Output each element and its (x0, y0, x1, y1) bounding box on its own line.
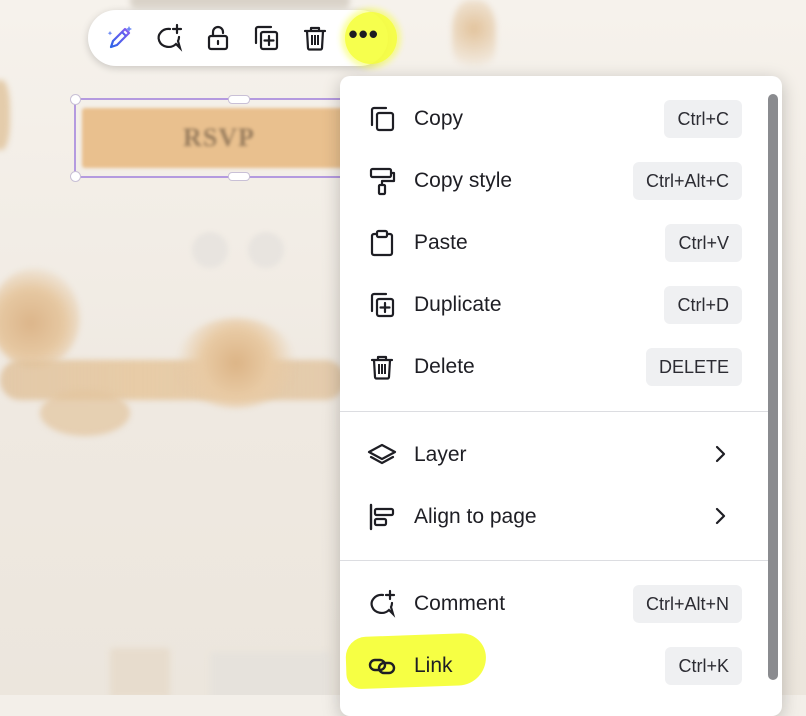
resize-handle-bl[interactable] (70, 171, 81, 182)
more-options-button[interactable]: ••• (339, 10, 398, 66)
layers-icon (366, 439, 398, 471)
menu-item-label: Comment (414, 592, 506, 615)
add-comment-button[interactable] (145, 10, 194, 66)
menu-item-delete[interactable]: Delete DELETE (340, 336, 768, 398)
shortcut-badge: Ctrl+C (664, 100, 742, 138)
element-toolbar: ••• (88, 10, 398, 66)
page-thumbnail[interactable] (110, 648, 170, 695)
lock-icon (207, 25, 228, 51)
magic-edit-button[interactable] (96, 10, 145, 66)
shortcut-badge: Ctrl+D (664, 286, 742, 324)
resize-handle-bottom[interactable] (228, 172, 250, 181)
trash-icon (366, 351, 398, 383)
rsvp-element-selected[interactable]: RSVP (70, 94, 364, 182)
menu-item-label: Duplicate (414, 293, 502, 316)
resize-handle-tl[interactable] (70, 94, 81, 105)
menu-item-align-to-page[interactable]: Align to page (340, 486, 768, 548)
lock-button[interactable] (193, 10, 242, 66)
menu-item-copy-style[interactable]: Copy style Ctrl+Alt+C (340, 150, 768, 212)
scrollbar-thumb[interactable] (768, 94, 778, 680)
menu-item-label: Copy (414, 107, 464, 130)
duplicate-button[interactable] (242, 10, 291, 66)
menu-item-copy[interactable]: Copy Ctrl+C (340, 88, 768, 150)
resize-handle-top[interactable] (228, 95, 250, 104)
menu-item-duplicate[interactable]: Duplicate Ctrl+D (340, 274, 768, 336)
move-handle[interactable] (248, 232, 284, 268)
delete-button[interactable] (291, 10, 340, 66)
align-left-icon (366, 501, 398, 533)
rotate-handle[interactable] (192, 232, 228, 268)
copy-icon (366, 103, 398, 135)
comment-plus-icon (157, 23, 183, 52)
shortcut-badge: Ctrl+Alt+C (632, 162, 742, 200)
shortcut-badge: Ctrl+V (665, 224, 742, 262)
comment-plus-icon (366, 588, 398, 620)
menu-item-label: Layer (414, 443, 467, 466)
menu-divider (340, 411, 768, 412)
duplicate-icon (366, 289, 398, 321)
floral-ornament-left (0, 268, 80, 368)
menu-item-layer[interactable]: Layer (340, 424, 768, 486)
menu-item-comment[interactable]: Comment Ctrl+Alt+N (340, 573, 768, 635)
ornament-left (0, 80, 10, 150)
menu-scrollbar[interactable] (768, 76, 782, 716)
menu-item-label: Align to page (414, 505, 537, 528)
clipboard-icon (366, 227, 398, 259)
menu-item-label: Delete (414, 355, 475, 378)
ornament-top-right (452, 0, 496, 72)
link-icon (366, 650, 398, 682)
trash-icon (303, 26, 327, 51)
paint-roller-icon (366, 165, 398, 197)
shortcut-badge: Ctrl+K (665, 647, 742, 685)
menu-item-paste[interactable]: Paste Ctrl+V (340, 212, 768, 274)
menu-item-label: Link (414, 654, 453, 677)
floral-flourish (40, 390, 130, 436)
shortcut-badge: DELETE (645, 348, 742, 386)
magic-pencil-icon (108, 26, 133, 49)
floral-ornament-center (176, 318, 296, 408)
canvas-text-blurred (130, 0, 350, 8)
menu-divider (340, 560, 768, 561)
page-thumbnail-2[interactable] (210, 652, 330, 695)
chevron-right-icon (715, 445, 726, 463)
menu-item-label: Copy style (414, 169, 513, 192)
duplicate-icon (255, 25, 279, 51)
rsvp-button-text: RSVP (82, 108, 356, 168)
menu-item-label: Paste (414, 231, 468, 254)
shortcut-badge: Ctrl+Alt+N (632, 585, 742, 623)
chevron-right-icon (715, 507, 726, 525)
menu-item-link[interactable]: Link Ctrl+K (340, 632, 768, 697)
context-menu: Copy Ctrl+C Copy style Ctrl+Alt+C Paste … (340, 76, 782, 716)
more-dots-icon: ••• (348, 19, 379, 49)
